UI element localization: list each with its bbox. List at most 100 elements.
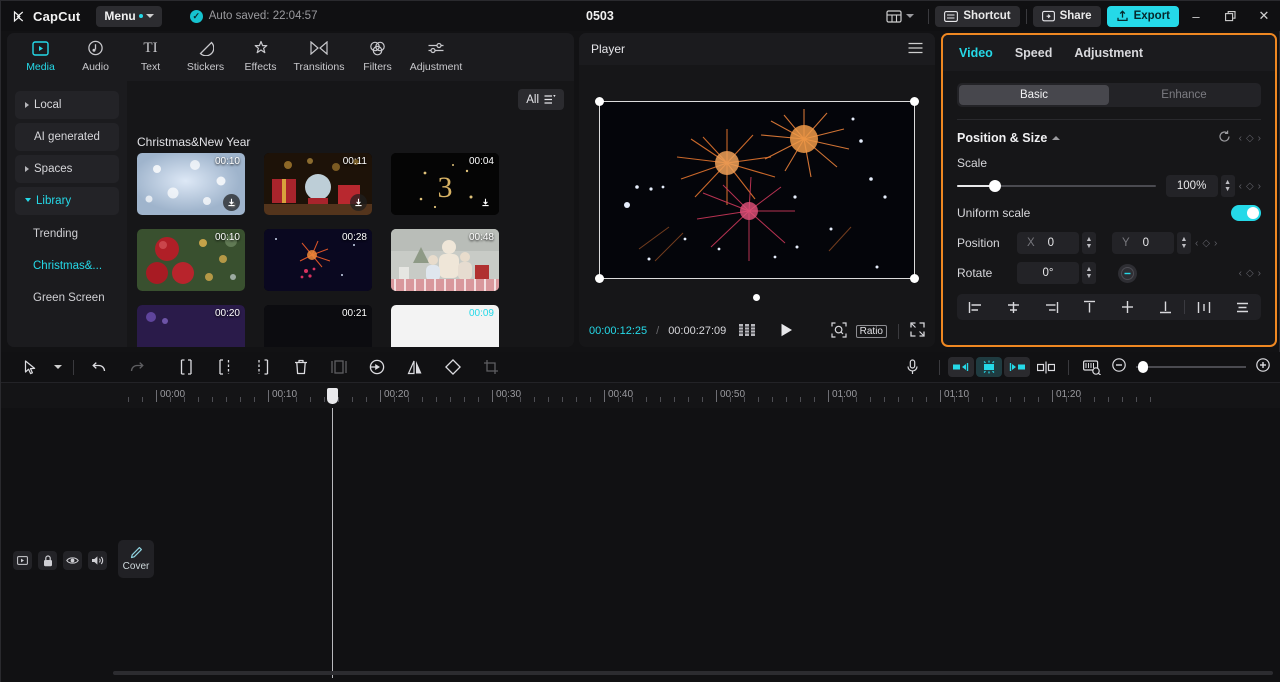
ratio-button[interactable]: Ratio [855, 324, 887, 338]
microphone-icon[interactable] [893, 354, 931, 380]
align-bottom-icon[interactable] [1146, 300, 1184, 314]
tab-adjustment[interactable]: Adjustment [1074, 46, 1143, 60]
split-icon[interactable] [168, 354, 206, 380]
rotate-icon[interactable] [434, 354, 472, 380]
thumbnail-icon[interactable] [13, 551, 32, 570]
layout-button[interactable] [878, 9, 922, 23]
split-marker-icon[interactable] [1032, 354, 1060, 380]
section-title[interactable]: Position & Size [957, 131, 1061, 145]
chevron-left-icon[interactable]: ‹ [1239, 133, 1242, 144]
tab-video[interactable]: Video [959, 46, 993, 60]
diamond-icon[interactable]: ◇ [1246, 181, 1254, 192]
position-y-input[interactable]: Y 0 [1112, 232, 1174, 254]
rotate-stepper[interactable]: ▲ ▼ [1082, 262, 1096, 284]
tab-text[interactable]: TI Text [123, 33, 178, 74]
media-thumb-firework[interactable]: 00:28 [264, 229, 372, 291]
hamburger-icon[interactable] [908, 42, 923, 57]
sidebar-item-library[interactable]: Library [15, 187, 119, 215]
media-thumb-purple[interactable]: 00:20 [137, 305, 245, 347]
focus-icon[interactable] [831, 321, 847, 341]
media-thumb-baubles[interactable]: 00:10 [137, 229, 245, 291]
share-button[interactable]: Share [1032, 5, 1101, 27]
align-left-icon[interactable] [957, 301, 995, 314]
play-icon[interactable] [780, 323, 793, 340]
close-button[interactable]: ✕ [1247, 1, 1280, 31]
media-thumb-snow[interactable]: 00:10 [137, 153, 245, 215]
align-top-icon[interactable] [1071, 300, 1109, 314]
keyframe-mid-icon[interactable] [976, 357, 1002, 377]
rotate-handle[interactable] [753, 294, 760, 301]
chevron-right-icon[interactable]: › [1214, 238, 1217, 249]
tab-effects[interactable]: Effects [233, 33, 288, 73]
eye-icon[interactable] [63, 551, 82, 570]
tab-speed[interactable]: Speed [1015, 46, 1053, 60]
zoom-slider[interactable] [1136, 360, 1246, 374]
menu-button[interactable]: Menu [96, 5, 162, 27]
position-y-stepper[interactable]: ▲ ▼ [1177, 232, 1191, 254]
sidebar-item-partial[interactable] [15, 315, 119, 345]
media-thumb-white[interactable]: 00:09 [391, 305, 499, 347]
tab-media[interactable]: Media [13, 33, 68, 73]
mute-icon[interactable] [88, 551, 107, 570]
chevron-left-icon[interactable]: ‹ [1195, 238, 1198, 249]
position-x-input[interactable]: X 0 [1017, 232, 1079, 254]
resize-handle-br[interactable] [910, 274, 919, 283]
diamond-icon[interactable]: ◇ [1246, 133, 1254, 144]
media-thumb-dark[interactable]: 00:21 [264, 305, 372, 347]
download-icon[interactable] [223, 194, 240, 211]
horizontal-scrollbar[interactable] [113, 671, 1273, 675]
mirror-icon[interactable] [396, 354, 434, 380]
video-preview[interactable] [595, 97, 919, 301]
align-right-icon[interactable] [1033, 301, 1071, 314]
reverse-icon[interactable] [358, 354, 396, 380]
rotate-dial-icon[interactable] [1118, 263, 1137, 283]
timeline-ruler[interactable]: 00:00 00:10 00:20 00:30 00:40 00:50 01:00 01:10… [1, 382, 1280, 408]
sidebar-item-green-screen[interactable]: Green Screen [15, 283, 119, 313]
diamond-icon[interactable]: ◇ [1202, 238, 1210, 249]
keyframe-out-icon[interactable] [1004, 357, 1030, 377]
uniform-scale-toggle[interactable] [1231, 205, 1261, 221]
download-icon[interactable] [350, 194, 367, 211]
playhead[interactable] [327, 388, 338, 678]
cover-button[interactable]: Cover [118, 540, 154, 578]
chevron-right-icon[interactable]: › [1258, 268, 1261, 279]
align-center-h-icon[interactable] [995, 301, 1033, 314]
lock-icon[interactable] [38, 551, 57, 570]
scale-slider[interactable] [957, 179, 1156, 193]
fit-icon[interactable] [1077, 354, 1107, 380]
playhead-knob[interactable] [327, 388, 338, 404]
keyframe-in-icon[interactable] [948, 357, 974, 377]
download-icon[interactable] [477, 194, 494, 211]
sidebar-item-local[interactable]: Local [15, 91, 119, 119]
zoom-out-icon[interactable] [1109, 357, 1129, 377]
tab-adjustment[interactable]: Adjustment [405, 33, 467, 73]
scale-stepper[interactable]: ▲ ▼ [1220, 175, 1235, 197]
minimize-button[interactable]: – [1179, 1, 1213, 31]
export-button[interactable]: Export [1106, 5, 1179, 27]
distribute-v-icon[interactable] [1223, 301, 1261, 314]
zoom-in-icon[interactable] [1253, 357, 1273, 377]
chevron-down-icon[interactable] [49, 354, 67, 380]
chevron-left-icon[interactable]: ‹ [1239, 181, 1242, 192]
segment-enhance[interactable]: Enhance [1109, 85, 1259, 105]
slider-knob[interactable] [988, 180, 1001, 192]
media-thumb-gold3[interactable]: 3 00:04 [391, 153, 499, 215]
undo-icon[interactable] [80, 354, 118, 380]
tab-transitions[interactable]: Transitions [288, 33, 350, 73]
frames-icon[interactable] [739, 323, 756, 339]
segment-basic[interactable]: Basic [959, 85, 1109, 105]
resize-handle-bl[interactable] [595, 274, 604, 283]
distribute-h-icon[interactable] [1185, 301, 1223, 314]
chevron-left-icon[interactable]: ‹ [1239, 268, 1242, 279]
maximize-button[interactable] [1213, 1, 1247, 31]
trim-left-icon[interactable] [206, 354, 244, 380]
media-thumb-gifts[interactable]: 00:11 [264, 153, 372, 215]
trim-right-icon[interactable] [244, 354, 282, 380]
tab-stickers[interactable]: Stickers [178, 33, 233, 73]
media-thumb-family[interactable]: 00:48 [391, 229, 499, 291]
rotate-value-input[interactable]: 0° [1017, 262, 1079, 284]
tab-filters[interactable]: Filters [350, 33, 405, 73]
scale-value-input[interactable]: 100% [1165, 175, 1218, 197]
resize-handle-tr[interactable] [910, 97, 919, 106]
crop-icon[interactable] [472, 354, 510, 380]
